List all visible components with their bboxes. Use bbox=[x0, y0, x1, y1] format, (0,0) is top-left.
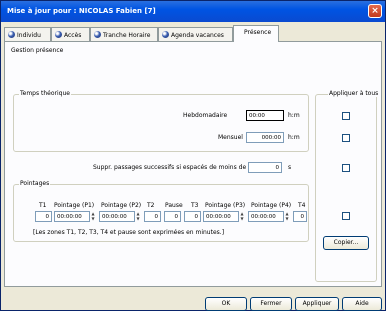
p1-input[interactable]: 00:00:00 bbox=[54, 211, 90, 222]
mensuel-unit: h:m bbox=[288, 134, 300, 141]
temps-theorique-group: Temps théorique bbox=[13, 90, 309, 152]
tab-presence-label: Présence bbox=[244, 29, 272, 36]
p3-input[interactable]: 00:00:00 bbox=[203, 211, 239, 222]
gestion-presence-label: Gestion présence bbox=[11, 47, 64, 54]
header-t4: T4 bbox=[298, 202, 306, 209]
dialog-window: Mise à jour pour : NICOLAS Fabien [7] × … bbox=[0, 0, 386, 311]
header-pause: Pause bbox=[165, 202, 183, 209]
tab-acces-icon bbox=[55, 31, 62, 38]
title-bar[interactable]: Mise à jour pour : NICOLAS Fabien [7] × bbox=[1, 1, 385, 22]
t3-input[interactable]: 0 bbox=[184, 211, 201, 222]
p2-spinner[interactable]: ▲ ▼ bbox=[135, 211, 141, 222]
apply-all-suppr-checkbox[interactable] bbox=[342, 164, 350, 172]
header-t1: T1 bbox=[39, 202, 47, 209]
t2-input[interactable]: 0 bbox=[144, 211, 161, 222]
header-t3: T3 bbox=[191, 202, 199, 209]
p2-input[interactable]: 00:00:00 bbox=[99, 211, 135, 222]
aide-button[interactable]: Aide bbox=[342, 297, 382, 311]
apply-all-hebdo-checkbox[interactable] bbox=[342, 112, 350, 120]
header-p4: Pointage (P4) bbox=[251, 202, 292, 209]
header-t2: T2 bbox=[147, 202, 155, 209]
t4-input[interactable]: 0 bbox=[293, 211, 307, 222]
tab-agenda-vacances-label: Agenda vacances bbox=[171, 32, 224, 39]
tab-tranche-horaire-label: Tranche Horaire bbox=[103, 32, 151, 39]
mensuel-input[interactable]: 000:00 bbox=[246, 132, 284, 143]
apply-all-pointages-checkbox[interactable] bbox=[342, 212, 350, 220]
suppr-unit: s bbox=[288, 164, 292, 171]
p3-spinner[interactable]: ▲ ▼ bbox=[239, 211, 245, 222]
ok-button[interactable]: OK bbox=[205, 297, 247, 311]
tab-individu[interactable]: Individu bbox=[4, 27, 51, 41]
tab-individu-label: Individu bbox=[17, 32, 41, 39]
hebdomadaire-input[interactable]: 00:00 bbox=[246, 110, 284, 121]
hebdomadaire-label: Hebdomadaire bbox=[183, 112, 228, 119]
tab-tranche-horaire[interactable]: Tranche Horaire bbox=[90, 27, 158, 41]
tab-agenda-vacances[interactable]: Agenda vacances bbox=[158, 27, 233, 41]
tab-presence[interactable]: Présence bbox=[233, 25, 279, 42]
p4-spinner[interactable]: ▲ ▼ bbox=[284, 211, 290, 222]
tab-tranche-horaire-icon bbox=[94, 31, 101, 38]
p1-spinner[interactable]: ▲ ▼ bbox=[90, 211, 96, 222]
header-p3: Pointage (P3) bbox=[205, 202, 246, 209]
suppr-input[interactable]: 0 bbox=[248, 162, 282, 173]
suppr-label: Suppr. passages successifs si espacés de… bbox=[93, 164, 247, 171]
pause-input[interactable]: 0 bbox=[164, 211, 181, 222]
hebdomadaire-unit: h:m bbox=[288, 112, 300, 119]
tab-bar: Individu Accès Tranche Horaire Agenda va… bbox=[4, 25, 382, 42]
header-p1: Pointage (P1) bbox=[54, 202, 95, 209]
header-p2: Pointage (P2) bbox=[101, 202, 142, 209]
tab-acces[interactable]: Accès bbox=[51, 27, 90, 41]
tab-individu-icon bbox=[8, 31, 15, 38]
fermer-button[interactable]: Fermer bbox=[250, 297, 292, 311]
p4-input[interactable]: 00:00:00 bbox=[248, 211, 284, 222]
appliquer-a-tous-title: Appliquer à tous bbox=[328, 90, 380, 97]
window-title: Mise à jour pour : NICOLAS Fabien [7] bbox=[7, 7, 156, 15]
appliquer-button[interactable]: Appliquer bbox=[295, 297, 339, 311]
presence-panel: Gestion présence Temps théorique Hebdoma… bbox=[4, 41, 382, 287]
copier-button[interactable]: Copier... bbox=[323, 236, 369, 250]
temps-theorique-title: Temps théorique bbox=[19, 90, 71, 97]
close-button[interactable]: × bbox=[368, 4, 382, 18]
apply-all-mensuel-checkbox[interactable] bbox=[342, 134, 350, 142]
pointages-title: Pointages bbox=[19, 180, 51, 187]
tab-agenda-vacances-icon bbox=[162, 31, 169, 38]
mensuel-label: Mensuel bbox=[218, 134, 243, 141]
pointages-note: [Les zones T1, T2, T3, T4 et pause sont … bbox=[33, 229, 225, 236]
appliquer-a-tous-group: Appliquer à tous bbox=[315, 90, 380, 282]
tab-acces-label: Accès bbox=[64, 32, 82, 39]
t1-input[interactable]: 0 bbox=[35, 211, 52, 222]
